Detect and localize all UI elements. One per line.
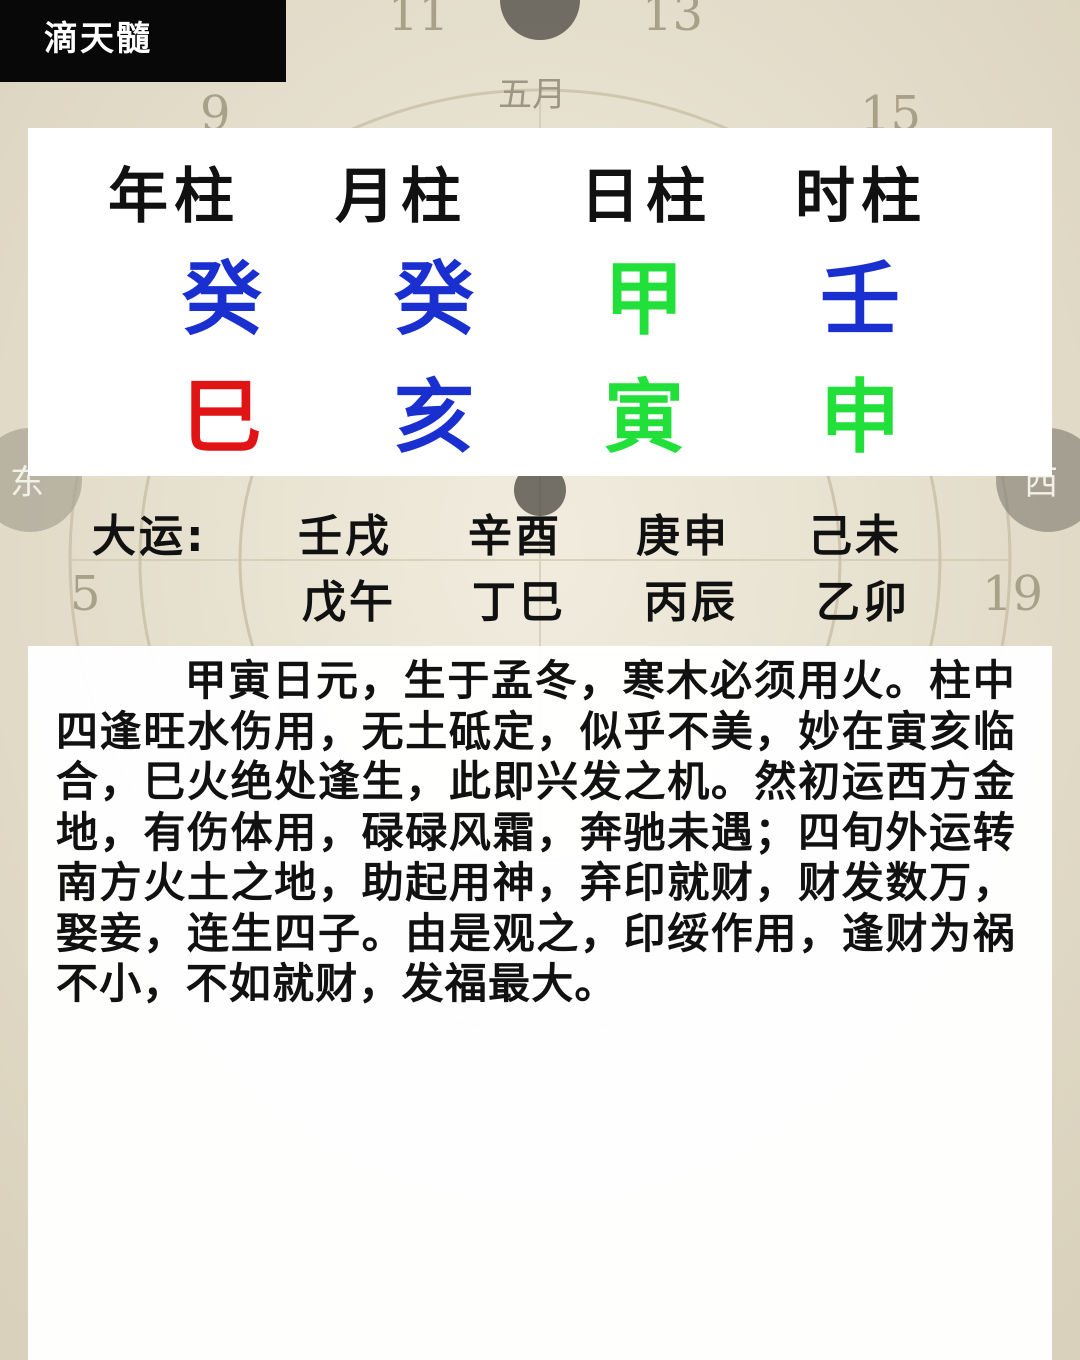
branch-year: 巳	[182, 371, 262, 464]
header-month-pillar: 月柱	[335, 162, 467, 232]
header-hour-pillar: 时柱	[795, 162, 927, 232]
stem-year: 癸	[182, 253, 262, 346]
dayun-item: 戊午	[302, 577, 396, 628]
app-title: 滴天髓	[0, 0, 286, 82]
header-year-pillar: 年柱	[108, 162, 240, 232]
dayun-label: 大运:	[92, 511, 207, 562]
dayun-item: 丁巳	[472, 577, 566, 628]
bg-number: 11	[388, 0, 449, 42]
pillar-headers: 年柱 月柱 日柱 时柱	[0, 148, 1080, 232]
bg-number: 13	[642, 0, 703, 42]
stem-day: 甲	[604, 253, 684, 346]
passage: 甲寅日元，生于孟冬，寒木必须用火。柱中四逢旺水伤用，无土砥定，似乎不美，妙在寅亥…	[56, 656, 1016, 1010]
stem-hour: 壬	[820, 253, 900, 346]
dayun-item: 乙卯	[816, 577, 910, 628]
branch-month: 亥	[394, 371, 474, 464]
branch-day: 寅	[604, 371, 684, 464]
bg-number: 19	[982, 566, 1043, 622]
bg-word: 五月	[498, 75, 566, 115]
header-day-pillar: 日柱	[580, 162, 712, 232]
stem-month: 癸	[394, 253, 474, 346]
branch-hour: 申	[820, 371, 900, 464]
dayun-item: 庚申	[636, 511, 730, 562]
bg-number: 5	[70, 566, 101, 622]
dayun-item: 壬戌	[298, 511, 392, 562]
dayun-item: 辛酉	[468, 511, 562, 562]
dayun-item: 己未	[808, 511, 902, 562]
passage-text: 甲寅日元，生于孟冬，寒木必须用火。柱中四逢旺水伤用，无土砥定，似乎不美，妙在寅亥…	[56, 656, 1016, 1008]
dayun-item: 丙辰	[644, 577, 738, 628]
